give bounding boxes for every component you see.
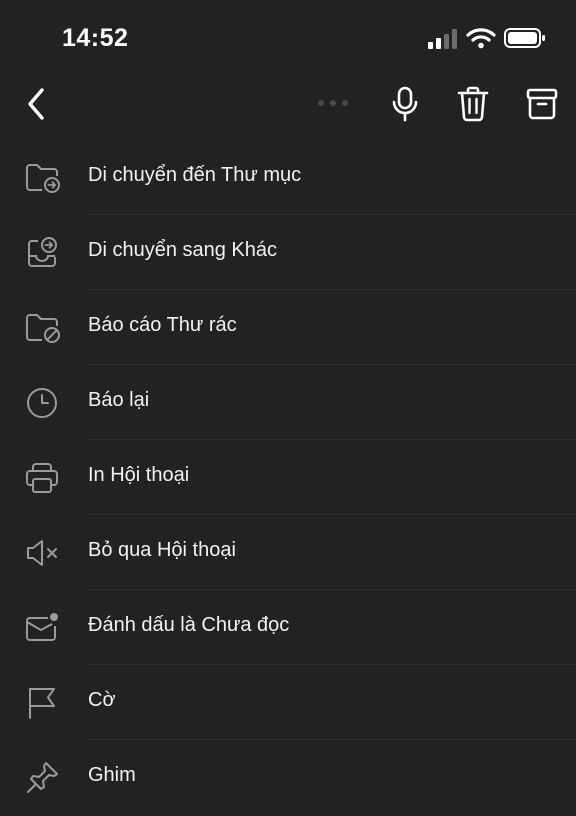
menu-item-flag[interactable]: Cờ xyxy=(0,665,576,740)
menu-item-move-to-other[interactable]: Di chuyển sang Khác xyxy=(0,215,576,290)
mail-unread-icon xyxy=(26,613,58,641)
menu-item-snooze[interactable]: Báo lại xyxy=(0,365,576,440)
wifi-icon xyxy=(466,28,496,49)
flag-icon xyxy=(29,688,55,719)
inbox-move-icon xyxy=(28,237,57,267)
folder-move-icon xyxy=(26,164,60,193)
trash-icon[interactable] xyxy=(456,86,490,122)
toolbar xyxy=(0,74,576,138)
drag-handle[interactable] xyxy=(316,98,350,108)
menu-item-mark-unread[interactable]: Đánh dấu là Chưa đọc xyxy=(0,590,576,665)
menu-item-label: Cờ xyxy=(88,689,116,711)
chevron-left-icon[interactable] xyxy=(22,84,54,124)
menu-item-ignore-conversation[interactable]: Bỏ qua Hội thoại xyxy=(0,515,576,590)
pin-icon xyxy=(27,762,58,793)
menu-item-label: Ghim xyxy=(88,764,136,786)
menu-item-label: Di chuyển sang Khác xyxy=(88,239,278,261)
speaker-mute-icon xyxy=(27,540,57,566)
archive-icon[interactable] xyxy=(524,86,560,122)
menu-item-report-junk[interactable]: Báo cáo Thư rác xyxy=(0,290,576,365)
menu-item-pin[interactable]: Ghim xyxy=(0,740,576,815)
microphone-icon[interactable] xyxy=(388,86,422,122)
actions-menu: Di chuyển đến Thư mục Di chuyển sang Khá… xyxy=(0,140,576,815)
menu-item-label: Báo cáo Thư rác xyxy=(88,314,237,336)
folder-block-icon xyxy=(26,314,60,343)
menu-item-label: Đánh dấu là Chưa đọc xyxy=(88,614,290,636)
menu-item-label: Báo lại xyxy=(88,389,150,411)
menu-item-print-conversation[interactable]: In Hội thoại xyxy=(0,440,576,515)
printer-icon xyxy=(26,463,58,493)
status-time: 14:52 xyxy=(62,24,129,52)
menu-item-label: In Hội thoại xyxy=(88,464,190,486)
battery-icon xyxy=(504,28,545,48)
status-bar: 14:52 xyxy=(0,0,576,74)
menu-item-label: Bỏ qua Hội thoại xyxy=(88,539,236,561)
clock-icon xyxy=(27,388,57,418)
cellular-signal-icon xyxy=(428,29,457,49)
menu-item-move-to-folder[interactable]: Di chuyển đến Thư mục xyxy=(0,140,576,215)
menu-item-label: Di chuyển đến Thư mục xyxy=(88,164,302,186)
